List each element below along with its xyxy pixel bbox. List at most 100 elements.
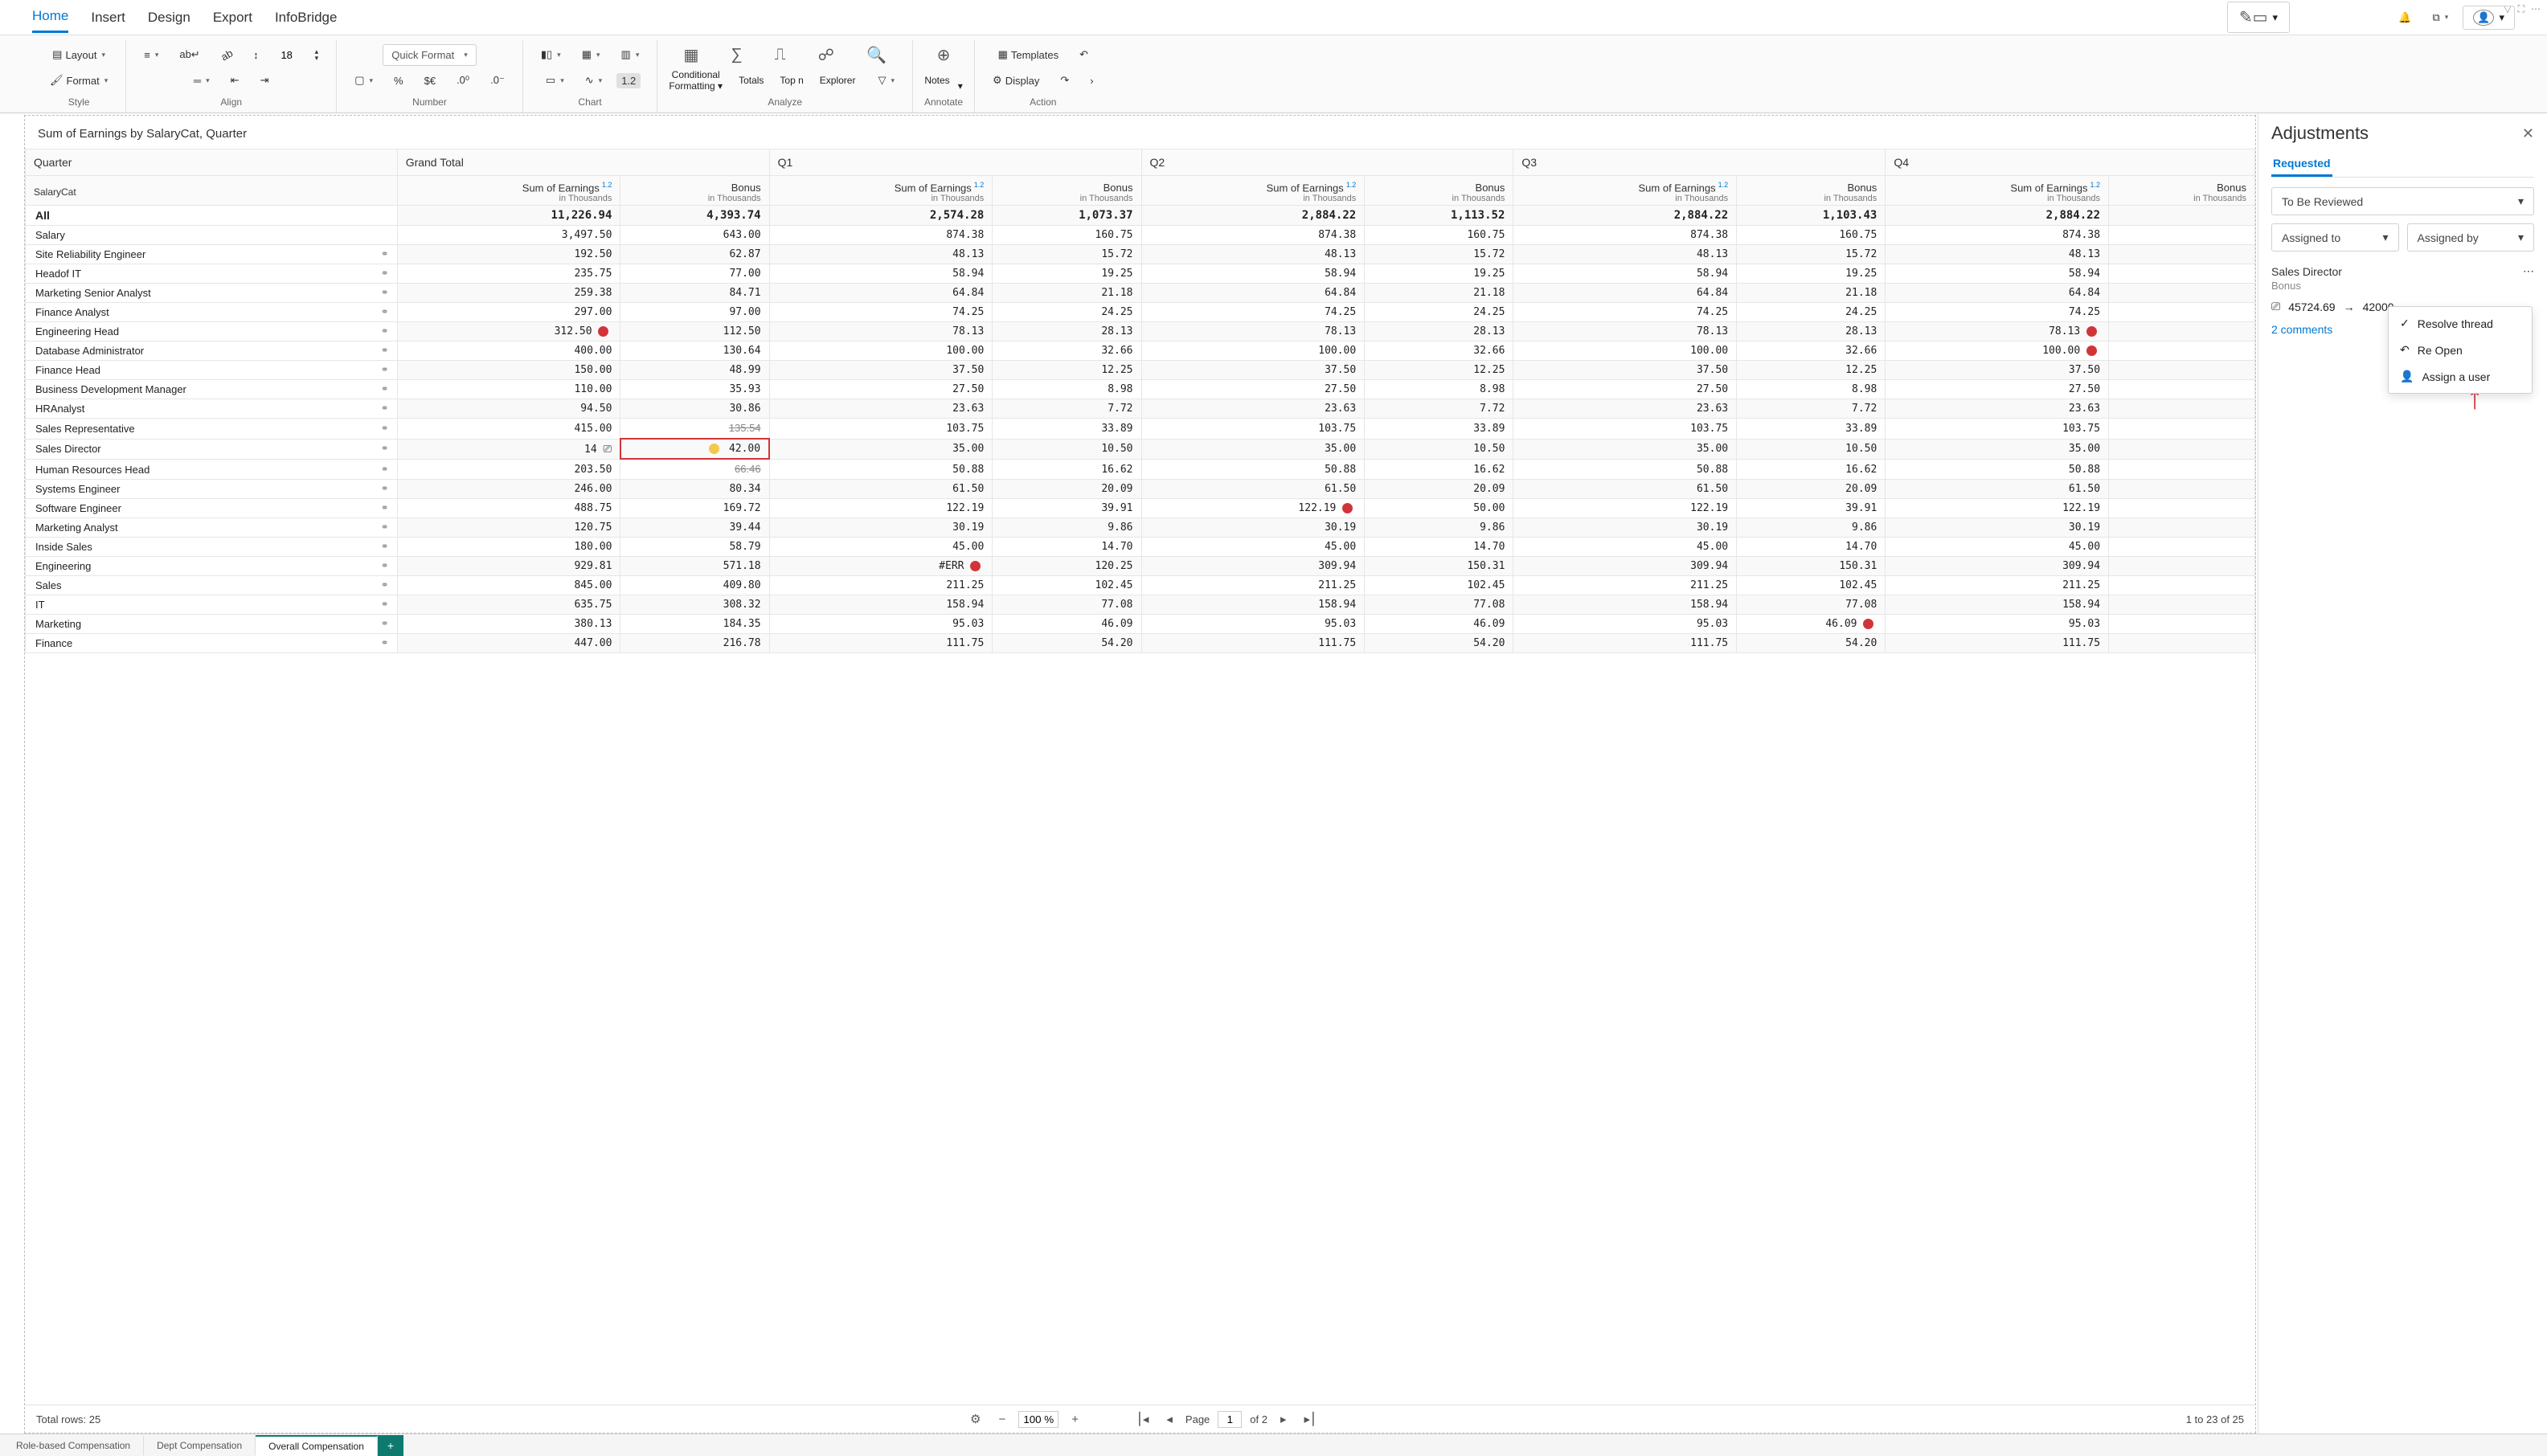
q-cell[interactable]: 77.08 — [1737, 595, 1886, 615]
q-cell[interactable]: 95.03 — [769, 615, 993, 634]
q-cell[interactable]: 874.38 — [1886, 226, 2109, 245]
notification-icon[interactable]: 🔔 — [2392, 8, 2418, 27]
category-cell[interactable]: IT⚭ — [26, 595, 398, 615]
card-menu-button[interactable]: ⋯ — [2523, 264, 2534, 278]
link-icon[interactable]: ⚭ — [381, 464, 389, 475]
q-cell[interactable] — [2109, 284, 2255, 303]
wrap-button[interactable]: ab↵ — [173, 45, 206, 64]
table-row[interactable]: Inside Sales⚭180.0058.7945.0014.7045.001… — [26, 538, 2255, 557]
q-cell[interactable]: 211.25 — [1886, 576, 2109, 595]
q-cell[interactable]: 160.75 — [993, 226, 1141, 245]
category-cell[interactable]: Sales Director⚭ — [26, 439, 398, 459]
category-cell[interactable]: Sales Representative⚭ — [26, 419, 398, 440]
q-cell[interactable]: 74.25 — [1513, 303, 1737, 322]
chart-fill-button[interactable]: ▭ — [539, 71, 571, 90]
link-icon[interactable]: ⚭ — [381, 268, 389, 279]
q-cell[interactable]: 39.91 — [1737, 499, 1886, 518]
decimal-inc-button[interactable]: .0⁰ — [450, 71, 476, 90]
earn-cell[interactable]: 14 ⎚ — [397, 439, 620, 459]
format-button[interactable]: 🖌 Format — [43, 71, 114, 90]
bonus-cell[interactable]: 35.93 — [620, 380, 769, 399]
link-icon[interactable]: ⚭ — [381, 502, 389, 513]
filter-button[interactable]: ▽ — [871, 71, 901, 90]
category-cell[interactable]: Inside Sales⚭ — [26, 538, 398, 557]
col-q4-header[interactable]: Q4 — [1886, 149, 2255, 176]
q-cell[interactable]: 309.94 — [1513, 557, 1737, 576]
q-cell[interactable] — [2109, 226, 2255, 245]
q-cell[interactable]: 64.84 — [769, 284, 993, 303]
user-menu[interactable]: 👤▾ — [2463, 6, 2515, 30]
q-cell[interactable]: 7.72 — [993, 399, 1141, 419]
q-cell[interactable]: 28.13 — [1737, 322, 1886, 342]
q-cell[interactable]: 102.45 — [1365, 576, 1513, 595]
q-cell[interactable]: 30.19 — [1886, 518, 2109, 538]
category-cell[interactable]: Sales⚭ — [26, 576, 398, 595]
bonus-cell[interactable]: 184.35 — [620, 615, 769, 634]
q-cell[interactable]: 23.63 — [769, 399, 993, 419]
link-icon[interactable]: ⚭ — [381, 599, 389, 610]
q-cell[interactable]: 23.63 — [1513, 399, 1737, 419]
q-cell[interactable] — [2109, 595, 2255, 615]
earn-cell[interactable]: 259.38 — [397, 284, 620, 303]
table-row[interactable]: Site Reliability Engineer⚭192.5062.8748.… — [26, 245, 2255, 264]
q-cell[interactable]: 103.75 — [1141, 419, 1365, 440]
assigned-by-select[interactable]: Assigned by▾ — [2407, 223, 2535, 252]
table-row[interactable]: IT⚭635.75308.32158.9477.08158.9477.08158… — [26, 595, 2255, 615]
q-cell[interactable] — [2109, 361, 2255, 380]
q-cell[interactable]: 30.19 — [1141, 518, 1365, 538]
q-cell[interactable]: 21.18 — [1365, 284, 1513, 303]
bonus-cell[interactable]: 409.80 — [620, 576, 769, 595]
q-cell[interactable]: 24.25 — [1737, 303, 1886, 322]
q-cell[interactable]: 122.19 — [769, 499, 993, 518]
undo-button[interactable]: ↶ — [1073, 45, 1095, 64]
settings-icon[interactable]: ⚙ — [965, 1410, 985, 1428]
q-cell[interactable] — [2109, 399, 2255, 419]
q-cell[interactable]: 122.19 — [1141, 499, 1365, 518]
link-icon[interactable]: ⚭ — [381, 364, 389, 375]
q-cell[interactable]: 61.50 — [1886, 480, 2109, 499]
q-cell[interactable]: 20.09 — [993, 480, 1141, 499]
menu-infobridge[interactable]: InfoBridge — [275, 3, 338, 32]
add-tab-button[interactable]: + — [378, 1435, 403, 1456]
link-icon[interactable]: ⚭ — [381, 560, 389, 571]
bonus-cell[interactable]: 42.00 — [620, 439, 769, 459]
q-cell[interactable]: 77.08 — [1365, 595, 1513, 615]
q-cell[interactable]: 158.94 — [769, 595, 993, 615]
q-cell[interactable]: 19.25 — [1365, 264, 1513, 284]
q-cell[interactable]: 35.00 — [1886, 439, 2109, 459]
q-cell[interactable]: 27.50 — [1141, 380, 1365, 399]
earn-cell[interactable]: 246.00 — [397, 480, 620, 499]
quick-format-select[interactable]: Quick Format — [383, 44, 477, 66]
q-cell[interactable] — [2109, 459, 2255, 480]
bonus-header[interactable]: Bonusin Thousands — [1365, 176, 1513, 206]
q-cell[interactable]: 46.09 — [1737, 615, 1886, 634]
q-cell[interactable]: 158.94 — [1886, 595, 2109, 615]
totals-button[interactable]: ∑ — [724, 43, 748, 67]
bonus-cell[interactable]: 643.00 — [620, 226, 769, 245]
q-cell[interactable]: 874.38 — [769, 226, 993, 245]
q-cell[interactable] — [2109, 480, 2255, 499]
tab-requested[interactable]: Requested — [2271, 152, 2332, 177]
chart-group-button[interactable]: ▥ — [615, 45, 646, 64]
q-cell[interactable]: 27.50 — [769, 380, 993, 399]
notes-button[interactable]: ⊕ — [931, 42, 957, 68]
q-cell[interactable]: 64.84 — [1886, 284, 2109, 303]
assign-user-item[interactable]: 👤Assign a user — [2389, 363, 2532, 390]
q-cell[interactable]: 15.72 — [1365, 245, 1513, 264]
expand-ribbon-button[interactable]: › — [1083, 72, 1099, 90]
q-cell[interactable]: 77.08 — [993, 595, 1141, 615]
q-cell[interactable]: 122.19 — [1513, 499, 1737, 518]
bonus-header[interactable]: Bonusin Thousands — [993, 176, 1141, 206]
earn-cell[interactable]: 235.75 — [397, 264, 620, 284]
q-cell[interactable]: 78.13 — [1141, 322, 1365, 342]
q-cell[interactable]: 14.70 — [1737, 538, 1886, 557]
col-quarter-header[interactable]: Quarter — [26, 149, 398, 176]
q-cell[interactable]: 28.13 — [993, 322, 1141, 342]
last-page-button[interactable]: ▸⎮ — [1300, 1410, 1321, 1428]
q-cell[interactable]: 160.75 — [1365, 226, 1513, 245]
category-cell[interactable]: Finance⚭ — [26, 634, 398, 653]
table-row[interactable]: Salary3,497.50643.00874.38160.75874.3816… — [26, 226, 2255, 245]
q-cell[interactable]: 33.89 — [1365, 419, 1513, 440]
q-cell[interactable]: 12.25 — [993, 361, 1141, 380]
q-cell[interactable] — [2109, 439, 2255, 459]
